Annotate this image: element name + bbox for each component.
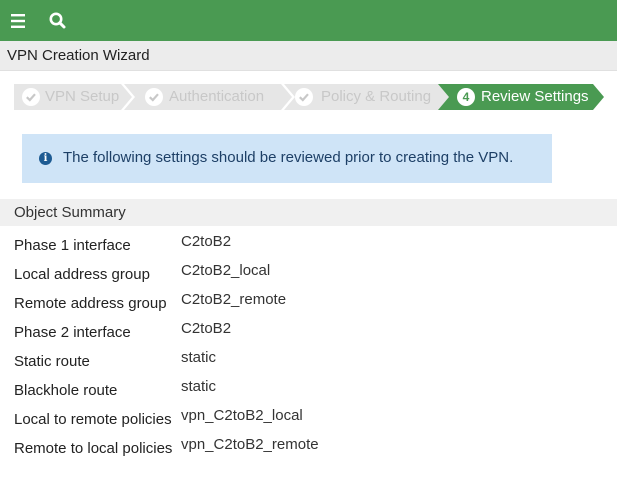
info-icon: i bbox=[39, 152, 52, 165]
page-title: VPN Creation Wizard bbox=[7, 47, 150, 64]
info-message: The following settings should be reviewe… bbox=[63, 149, 514, 166]
table-row: Local to remote policies vpn_C2toB2_loca… bbox=[0, 405, 617, 434]
row-key: Static route bbox=[14, 353, 90, 370]
top-navigation-bar bbox=[0, 0, 617, 41]
row-key: Phase 1 interface bbox=[14, 237, 131, 254]
row-value: C2toB2_remote bbox=[181, 291, 287, 308]
row-key: Remote to local policies bbox=[14, 440, 173, 457]
table-row: Static route static bbox=[0, 347, 617, 376]
row-value: static bbox=[181, 378, 217, 395]
section-header: Object Summary bbox=[0, 199, 617, 226]
step-review-settings[interactable]: 4 Review Settings bbox=[438, 84, 604, 110]
step-number: 4 bbox=[457, 88, 475, 106]
table-row: Blackhole route static bbox=[0, 376, 617, 405]
row-value: C2toB2 bbox=[181, 233, 232, 250]
row-value: vpn_C2toB2_local bbox=[181, 407, 303, 424]
step-label: Policy & Routing bbox=[321, 88, 432, 105]
table-row: Local address group C2toB2_local bbox=[0, 260, 617, 289]
row-value: C2toB2_local bbox=[181, 262, 271, 279]
row-value: vpn_C2toB2_remote bbox=[181, 436, 319, 453]
row-key: Phase 2 interface bbox=[14, 324, 131, 341]
row-key: Local to remote policies bbox=[14, 411, 172, 428]
check-icon bbox=[145, 88, 163, 106]
check-icon bbox=[295, 88, 313, 106]
section-title: Object Summary bbox=[14, 204, 126, 221]
table-row: Phase 1 interface C2toB2 bbox=[0, 231, 617, 260]
row-key: Blackhole route bbox=[14, 382, 118, 399]
table-row: Remote to local policies vpn_C2toB2_remo… bbox=[0, 434, 617, 463]
step-authentication[interactable]: Authentication bbox=[124, 84, 292, 110]
step-vpn-setup[interactable]: VPN Setup bbox=[14, 84, 132, 110]
check-icon bbox=[22, 88, 40, 106]
row-value: static bbox=[181, 349, 217, 366]
table-row: Remote address group C2toB2_remote bbox=[0, 289, 617, 318]
step-label: Review Settings bbox=[481, 88, 589, 105]
step-policy-routing[interactable]: Policy & Routing bbox=[284, 84, 454, 110]
hamburger-menu-icon[interactable] bbox=[9, 10, 31, 32]
step-label: Authentication bbox=[169, 88, 265, 105]
step-label: VPN Setup bbox=[45, 88, 120, 105]
wizard-title-bar: VPN Creation Wizard bbox=[0, 41, 617, 71]
info-message-box: i The following settings should be revie… bbox=[22, 134, 552, 183]
table-row: Phase 2 interface C2toB2 bbox=[0, 318, 617, 347]
wizard-steps: VPN Setup Authentication Policy & Routin… bbox=[14, 84, 614, 110]
row-key: Local address group bbox=[14, 266, 150, 283]
search-icon[interactable] bbox=[47, 10, 69, 32]
row-value: C2toB2 bbox=[181, 320, 232, 337]
row-key: Remote address group bbox=[14, 295, 167, 312]
